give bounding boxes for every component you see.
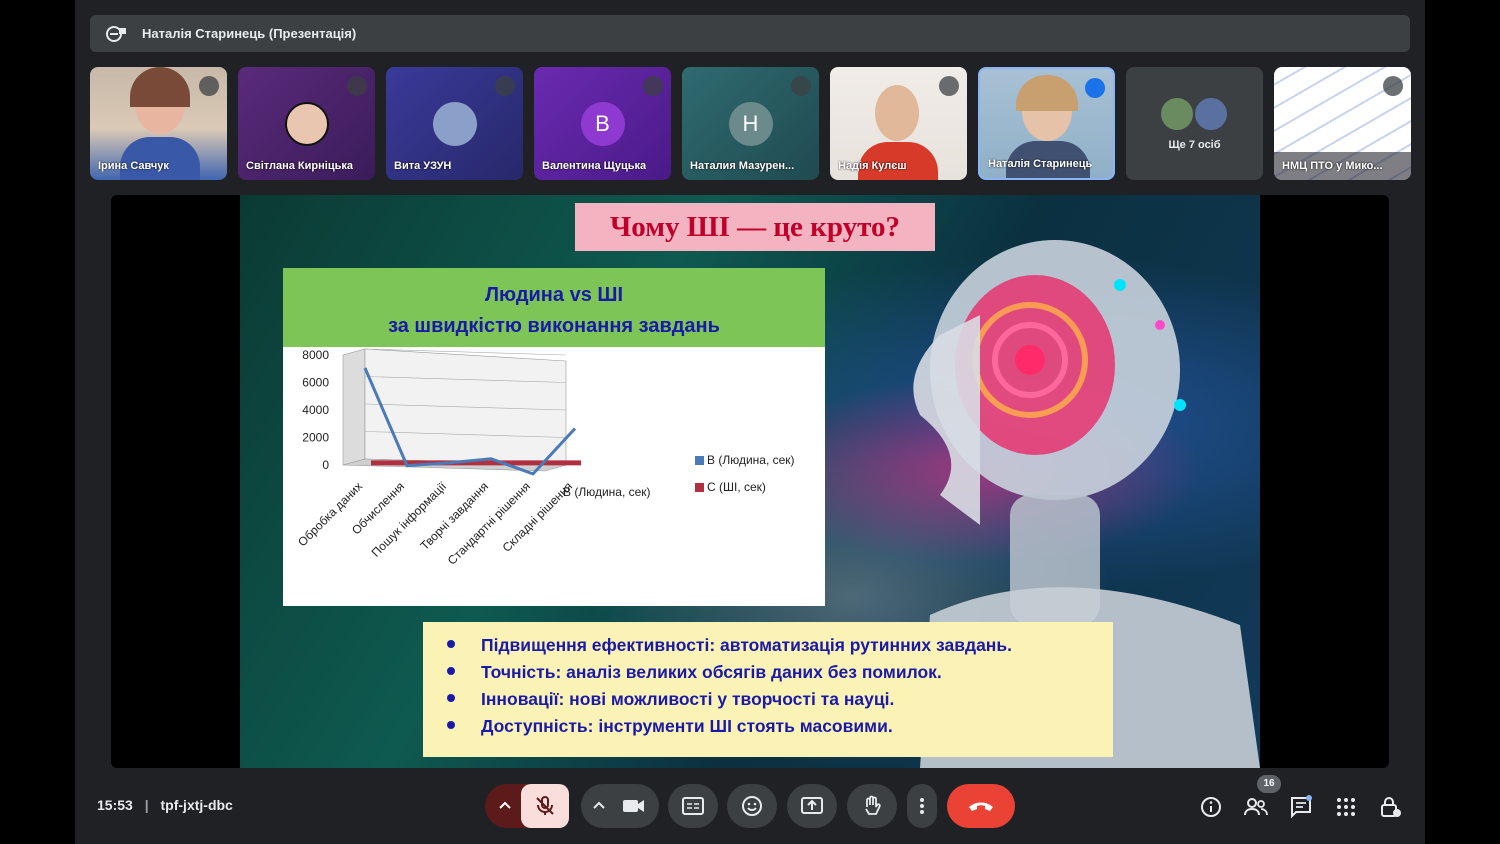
participant-name: Ірина Савчук <box>98 160 169 172</box>
bullet-list: Підвищення ефективності: автоматизація р… <box>423 622 1113 757</box>
present-screen-button[interactable] <box>787 784 837 828</box>
bullet-item: Інновації: нові можливості у творчості т… <box>447 686 1113 713</box>
raise-hand-icon <box>865 795 881 815</box>
bullet-item: Точність: аналіз великих обсягів даних б… <box>447 659 1113 686</box>
participant-name: Світлана Кирніцька <box>246 160 353 172</box>
avatar <box>284 102 329 146</box>
chart-subtitle: за швидкістю виконання завдань <box>388 315 720 337</box>
chart-title: Людина vs ШІ <box>484 284 624 306</box>
avatar: H <box>728 102 773 146</box>
bullet-item: Доступність: інструменти ШІ стоять масов… <box>447 713 1113 740</box>
meeting-code: tpf-jxtj-dbc <box>160 797 233 813</box>
slide: Чому ШІ — це круто? Людина vs ШІ за швид… <box>240 195 1260 768</box>
leave-call-button[interactable] <box>947 784 1015 828</box>
depth-axis-label: B (Людина, сек) <box>563 485 651 499</box>
mic-off-icon <box>939 76 959 96</box>
more-options-button[interactable] <box>907 784 937 828</box>
presenter-bar[interactable]: Наталія Старинець (Презентація) <box>90 15 1410 52</box>
mic-off-icon <box>643 76 663 96</box>
mic-off-icon <box>347 76 367 96</box>
chevron-up-icon[interactable] <box>497 798 513 814</box>
participant-name: Наталия Мазурен... <box>690 160 795 172</box>
hang-up-icon <box>969 802 993 811</box>
raise-hand-button[interactable] <box>847 784 897 828</box>
slide-title: Чому ШІ — це круто? <box>575 203 935 251</box>
clock-time: 15:53 <box>97 797 133 813</box>
participant-tile[interactable]: НМЦ ПТО у Мико... <box>1274 67 1411 180</box>
emoji-icon <box>742 796 762 816</box>
participant-name: Вита УЗУН <box>394 160 452 172</box>
x-tick-label: Пошук інформації <box>369 479 450 560</box>
camera-group <box>581 784 659 828</box>
participant-tile[interactable]: Вита УЗУН <box>386 67 523 180</box>
plot-side-wall <box>342 348 366 466</box>
y-tick-label: 0 <box>322 458 329 472</box>
host-controls-lock-icon[interactable] <box>1378 795 1402 819</box>
mic-off-icon <box>791 76 811 96</box>
participant-name: Надія Кулєш <box>838 160 907 172</box>
mic-off-icon <box>1383 76 1403 96</box>
chat-icon[interactable] <box>1289 795 1313 819</box>
participant-tile[interactable]: Світлана Кирніцька <box>238 67 375 180</box>
meeting-info: 15:53 | tpf-jxtj-dbc <box>97 797 233 813</box>
y-tick-label: 6000 <box>302 376 329 390</box>
participant-tile-active-speaker[interactable]: Наталія Старинець <box>978 67 1115 180</box>
avatar <box>432 102 477 146</box>
participant-name: Валентина Щуцька <box>542 160 647 172</box>
participant-tile[interactable]: Ірина Савчук <box>90 67 227 180</box>
more-participants-tile[interactable]: Ще 7 осіб <box>1126 67 1263 180</box>
participant-tile[interactable]: Надія Кулєш <box>830 67 967 180</box>
mic-toggle-button[interactable] <box>521 784 569 828</box>
mic-off-icon <box>199 76 219 96</box>
participant-name: НМЦ ПТО у Мико... <box>1282 160 1383 172</box>
speaking-indicator-icon <box>1085 78 1105 98</box>
speed-comparison-chart: 80006000400020000Обробка данихОбчислення… <box>295 348 795 568</box>
avatar: B <box>580 102 625 146</box>
mic-group <box>485 784 569 828</box>
activities-grid-icon[interactable] <box>1334 795 1358 819</box>
bullet-item: Підвищення ефективності: автоматизація р… <box>447 632 1113 659</box>
people-count-badge: 16 <box>1257 775 1281 793</box>
legend-swatch <box>695 483 704 492</box>
emoji-button[interactable] <box>727 784 777 828</box>
more-participants-label: Ще 7 осіб <box>1168 139 1221 151</box>
chart-header: Людина vs ШІ за швидкістю виконання завд… <box>283 268 825 347</box>
meet-window: Наталія Старинець (Презентація) Ірина Са… <box>75 0 1425 844</box>
legend-swatch <box>695 456 704 465</box>
more-vert-icon <box>920 798 924 814</box>
y-tick-label: 8000 <box>302 348 329 362</box>
y-tick-label: 4000 <box>302 403 329 417</box>
legend-label: B (Людина, сек) <box>707 453 795 467</box>
captions-icon <box>682 797 704 815</box>
participant-tile[interactable]: H Наталия Мазурен... <box>682 67 819 180</box>
present-screen-icon <box>801 797 823 814</box>
mic-off-icon <box>536 796 554 815</box>
camera-icon[interactable] <box>621 794 647 818</box>
people-button[interactable]: 16 <box>1243 775 1281 819</box>
avatar <box>1159 96 1195 132</box>
x-tick-label: Обробка даних <box>295 479 365 549</box>
chart-box: Людина vs ШІ за швидкістю виконання завд… <box>283 268 825 606</box>
presentation-icon <box>106 25 126 42</box>
y-tick-label: 2000 <box>302 431 329 445</box>
mic-off-icon <box>495 76 515 96</box>
captions-button[interactable] <box>668 784 718 828</box>
chevron-up-icon[interactable] <box>591 798 607 814</box>
avatar <box>1193 96 1229 132</box>
people-icon <box>1244 798 1268 816</box>
presenter-name: Наталія Старинець (Презентація) <box>142 26 357 41</box>
legend-label: C (ШІ, сек) <box>707 480 766 494</box>
participant-tile[interactable]: B Валентина Щуцька <box>534 67 671 180</box>
info-icon[interactable] <box>1199 795 1223 819</box>
participant-name: Наталія Старинець <box>988 158 1093 170</box>
